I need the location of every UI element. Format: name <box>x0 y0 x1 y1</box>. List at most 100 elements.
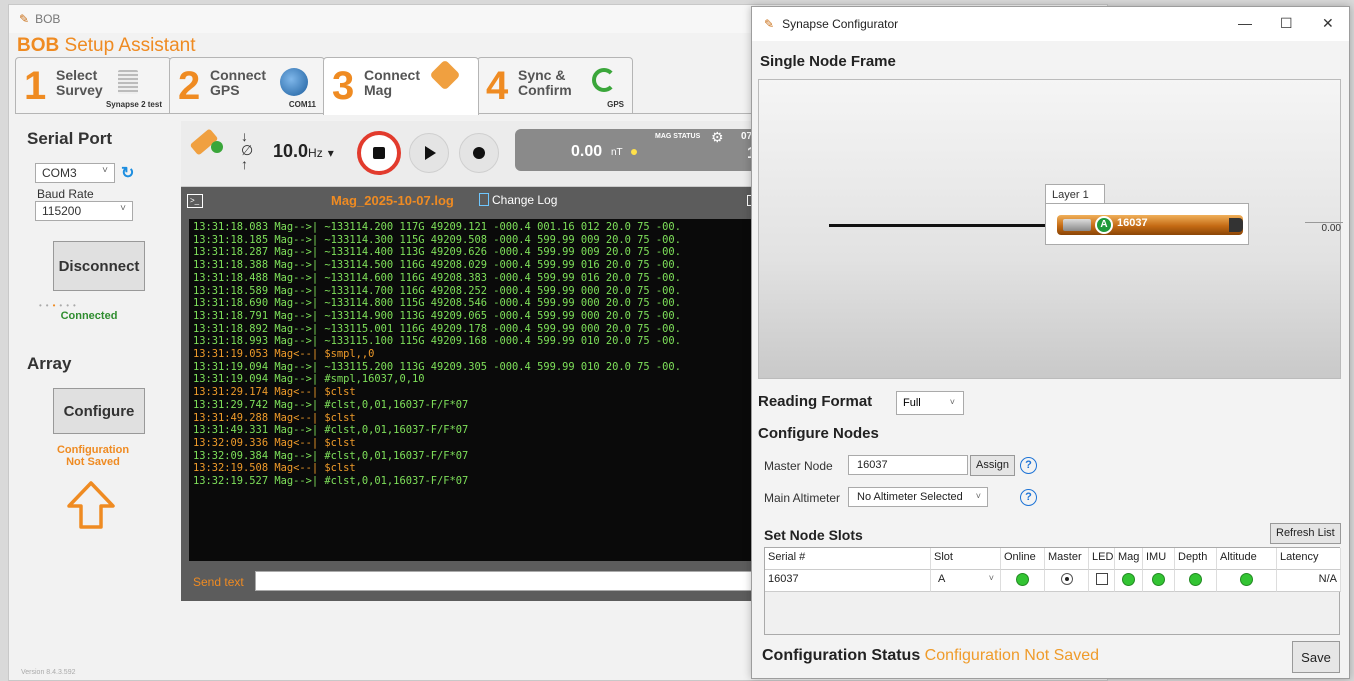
version-label: Version 8.4.3.592 <box>21 669 76 676</box>
log-terminal[interactable]: 13:31:18.083 Mag-->| ~133114.200 117G 49… <box>189 219 769 561</box>
tab-number: 2 <box>178 64 201 108</box>
chevron-down-icon: ˅ <box>102 165 108 176</box>
config-status-line: Configuration Status Configuration Not S… <box>762 647 1099 665</box>
sensor-tip <box>1229 218 1243 232</box>
slot-select[interactable]: A ˅ <box>931 570 1001 592</box>
tab-label: Connect Mag <box>364 67 420 98</box>
close-icon[interactable]: ✕ <box>1322 15 1334 32</box>
log-line: 13:31:19.053 Mag<--| $smpl,,0 <box>193 348 375 361</box>
led-cell <box>1089 570 1115 592</box>
tab-connect-gps[interactable]: 2 Connect GPS COM11 <box>169 57 325 113</box>
tab-sync-confirm[interactable]: 4 Sync & Confirm GPS <box>477 57 633 113</box>
disconnect-button[interactable]: Disconnect <box>53 241 145 291</box>
document-icon <box>479 193 489 206</box>
change-log-link[interactable]: Change Log <box>479 193 557 207</box>
col-master: Master <box>1045 548 1089 570</box>
connection-status: Connected <box>60 310 118 322</box>
minimize-icon[interactable]: — <box>1238 15 1252 31</box>
online-indicator <box>1016 573 1029 586</box>
reading-format-label: Reading Format <box>758 393 873 410</box>
log-line: 13:31:19.094 Mag-->| #smpl,16037,0,10 <box>193 373 425 386</box>
pencil-icon: ✎ <box>764 17 775 31</box>
log-line: 13:31:29.742 Mag-->| #clst,0,01,16037-F/… <box>193 398 469 411</box>
mag-toolbar: ↓∅↑ 10.0Hz ▾ 0.00 nT MAG STATUS ⚙ 07 13 <box>181 121 775 187</box>
chevron-down-icon: ˅ <box>949 397 955 407</box>
wizard-tabs: 1 Select Survey Synapse 2 test 2 Connect G… <box>15 57 633 115</box>
send-bar: Send text <box>181 567 775 595</box>
tab-number: 4 <box>486 64 509 108</box>
chevron-down-icon: ˅ <box>988 573 994 583</box>
tab-connect-mag[interactable]: 3 Connect Mag <box>323 57 479 115</box>
sample-rate-select[interactable]: 10.0Hz ▾ <box>273 141 334 162</box>
master-node-input[interactable]: 16037 <box>848 455 968 475</box>
reading-format-select[interactable]: Full ˅ <box>896 391 964 415</box>
app-header: BOB Setup Assistant <box>17 35 195 57</box>
sample-rate-axis-icon: ↓ ∅ ↑ <box>241 128 254 172</box>
log-line: 13:32:09.336 Mag<--| $clst <box>193 436 356 449</box>
log-file-bar: >_ Mag_2025-10-07.log Change Log <box>181 187 769 217</box>
send-text-label: Send text <box>193 575 244 589</box>
record-button[interactable] <box>459 133 499 173</box>
col-serial: Serial # <box>765 548 931 570</box>
array-config-status: Configuration Not Saved <box>56 444 130 468</box>
mag-cell <box>1115 570 1143 592</box>
baud-rate-select[interactable]: 115200 ˅ <box>35 201 133 221</box>
terminal-icon[interactable]: >_ <box>187 194 203 208</box>
log-line: 13:32:19.527 Mag-->| #clst,0,01,16037-F/… <box>193 475 469 488</box>
synapse-window-title: Synapse Configurator <box>782 17 899 31</box>
record-icon <box>473 147 485 159</box>
caret-down-icon: ▾ <box>327 146 334 160</box>
sync-icon <box>592 68 616 92</box>
com-port-select[interactable]: COM3 ˅ <box>35 163 115 183</box>
survey-icon <box>118 70 138 94</box>
layer-tab[interactable]: Layer 1 <box>1045 184 1105 204</box>
col-altitude: Altitude <box>1217 548 1277 570</box>
master-radio[interactable] <box>1060 573 1073 585</box>
depth-indicator <box>1189 573 1202 586</box>
connection-progress-dots: •••••• <box>39 301 80 310</box>
save-button[interactable]: Save <box>1292 641 1340 673</box>
help-icon[interactable]: ? <box>1020 457 1037 474</box>
synapse-window: ✎ Synapse Configurator — ☐ ✕ Single Node… <box>751 6 1350 679</box>
tab-sublabel: Synapse 2 test <box>105 100 162 109</box>
imu-indicator <box>1152 573 1165 586</box>
depth-cell <box>1175 570 1217 592</box>
main-altimeter-select[interactable]: No Altimeter Selected ˅ <box>848 487 988 507</box>
log-line: 13:31:18.185 Mag-->| ~133114.300 115G 49… <box>193 233 681 246</box>
col-imu: IMU <box>1143 548 1175 570</box>
log-line: 13:32:19.508 Mag<--| $clst <box>193 462 356 475</box>
console-panel: ↓∅↑ 10.0Hz ▾ 0.00 nT MAG STATUS ⚙ 07 13 <box>181 121 775 601</box>
send-text-input[interactable] <box>255 571 775 591</box>
mag-status-dot <box>631 149 637 155</box>
mag-indicator <box>1122 573 1135 586</box>
assign-button[interactable]: Assign <box>970 455 1016 476</box>
pencil-icon: ✎ <box>19 12 30 26</box>
refresh-list-button[interactable]: Refresh List <box>1270 523 1341 544</box>
tab-select-survey[interactable]: 1 Select Survey Synapse 2 test <box>15 57 171 113</box>
play-button[interactable] <box>409 133 449 173</box>
altitude-value: 0.00 <box>1305 222 1343 238</box>
log-line: 13:31:18.287 Mag-->| ~133114.400 113G 49… <box>193 246 681 259</box>
log-line: 13:31:18.589 Mag-->| ~133114.700 116G 49… <box>193 284 681 297</box>
globe-check-icon <box>280 68 308 96</box>
maximize-icon[interactable]: ☐ <box>1280 15 1293 32</box>
tab-label: Connect GPS <box>210 67 266 98</box>
log-line: 13:31:29.174 Mag<--| $clst <box>193 386 356 399</box>
help-icon[interactable]: ? <box>1020 489 1037 506</box>
col-online: Online <box>1001 548 1045 570</box>
mag-check-badge-icon <box>211 141 223 153</box>
configure-button[interactable]: Configure <box>53 388 145 434</box>
gear-icon[interactable]: ⚙ <box>711 129 724 146</box>
node-slots-table: Serial # Slot Online Master LED Mag IMU … <box>764 547 1341 635</box>
table-header: Serial # Slot Online Master LED Mag IMU … <box>765 548 1341 570</box>
stop-button[interactable] <box>357 131 401 175</box>
altitude-cell <box>1217 570 1277 592</box>
log-line: 13:31:18.993 Mag-->| ~133115.100 115G 49… <box>193 335 681 348</box>
mag-status-label: MAG STATUS <box>655 133 701 140</box>
serial-port-title: Serial Port <box>27 129 113 148</box>
table-row[interactable]: 16037 A ˅ N/A <box>765 570 1341 592</box>
node-serial-label: 16037 <box>1117 217 1148 229</box>
refresh-icon[interactable]: ↻ <box>121 163 134 183</box>
log-line: 13:31:18.690 Mag-->| ~133114.800 115G 49… <box>193 297 681 310</box>
led-checkbox[interactable] <box>1095 573 1108 585</box>
